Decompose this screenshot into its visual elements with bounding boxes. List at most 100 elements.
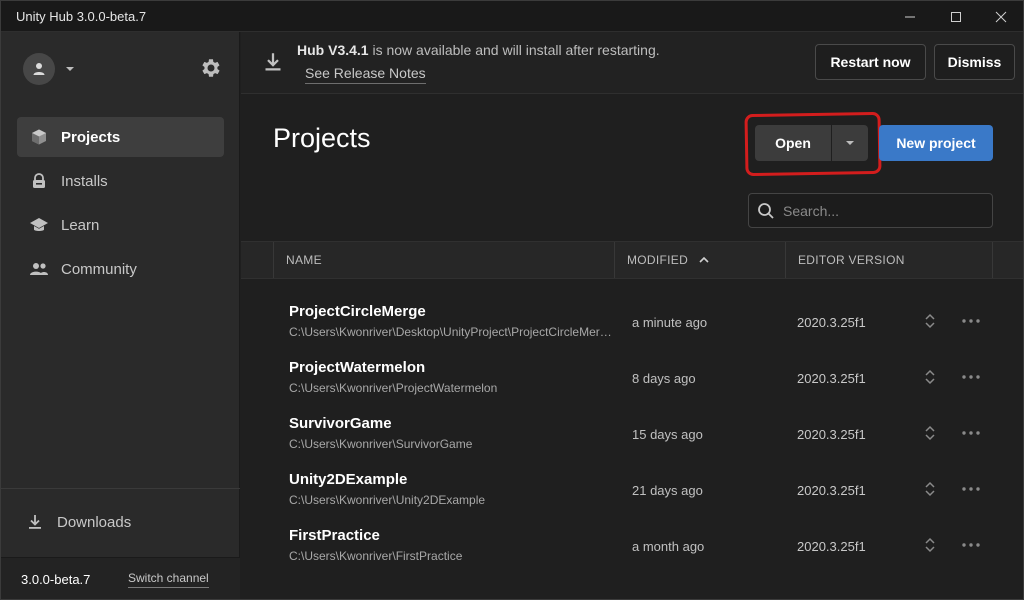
version-switch-icon[interactable] <box>922 368 938 386</box>
sidebar-item-projects[interactable]: Projects <box>17 117 224 157</box>
chevron-down-icon[interactable] <box>64 63 76 75</box>
projects-panel: Projects Open New project NAME MODIFIED <box>241 95 1023 599</box>
release-notes-link[interactable]: See Release Notes <box>305 65 426 84</box>
project-modified: 15 days ago <box>632 427 703 442</box>
more-options-icon[interactable] <box>959 480 983 498</box>
sort-ascending-icon <box>698 255 710 265</box>
version-switch-icon[interactable] <box>922 536 938 554</box>
new-project-button[interactable]: New project <box>879 125 993 161</box>
project-editor-version: 2020.3.25f1 <box>797 371 866 386</box>
minimize-button[interactable] <box>887 1 933 32</box>
dismiss-button[interactable]: Dismiss <box>934 44 1015 80</box>
lock-icon <box>29 171 49 191</box>
sidebar-footer: 3.0.0-beta.7 Switch channel <box>1 557 240 599</box>
avatar[interactable] <box>23 53 55 85</box>
download-icon <box>25 512 45 532</box>
sidebar-item-community[interactable]: Community <box>17 249 224 289</box>
project-path: C:\Users\Kwonriver\Desktop\UnityProject\… <box>289 325 613 339</box>
sidebar-item-label: Installs <box>61 172 108 190</box>
sidebar-item-label: Projects <box>61 128 121 146</box>
project-name: ProjectWatermelon <box>289 359 426 376</box>
sidebar-divider <box>1 488 240 489</box>
people-icon <box>29 259 49 279</box>
project-path: C:\Users\Kwonriver\Unity2DExample <box>289 493 486 507</box>
project-name: ProjectCircleMerge <box>289 303 426 320</box>
column-header-editor-version-label: EDITOR VERSION <box>798 253 905 267</box>
maximize-button[interactable] <box>933 1 979 32</box>
search-input[interactable] <box>783 201 983 221</box>
column-header-name-label: NAME <box>286 253 322 267</box>
update-banner: Hub V3.4.1 is now available and will ins… <box>241 32 1023 94</box>
project-name: FirstPractice <box>289 527 380 544</box>
project-modified: 8 days ago <box>632 371 696 386</box>
downloads-label: Downloads <box>57 513 132 531</box>
unity-hub-window: Unity Hub 3.0.0-beta.7 Projects Installs… <box>0 0 1024 600</box>
more-options-icon[interactable] <box>959 368 983 386</box>
sidebar-nav: Projects Installs Learn Community <box>17 117 224 293</box>
hub-version: 3.0.0-beta.7 <box>21 572 91 587</box>
update-message: Hub V3.4.1 is now available and will ins… <box>297 42 660 58</box>
more-options-icon[interactable] <box>959 536 983 554</box>
version-switch-icon[interactable] <box>922 480 938 498</box>
switch-channel-link[interactable]: Switch channel <box>128 571 209 588</box>
gear-icon[interactable] <box>199 56 223 80</box>
version-switch-icon[interactable] <box>922 312 938 330</box>
downloads-button[interactable]: Downloads <box>17 502 131 542</box>
sidebar: Projects Installs Learn Community Downlo… <box>1 32 240 599</box>
sidebar-item-label: Community <box>61 260 137 278</box>
project-name: Unity2DExample <box>289 471 408 488</box>
open-split-button: Open <box>755 125 868 161</box>
project-editor-version: 2020.3.25f1 <box>797 315 866 330</box>
table-row[interactable]: SurvivorGame C:\Users\Kwonriver\Survivor… <box>241 405 1023 461</box>
project-path: C:\Users\Kwonriver\SurvivorGame <box>289 437 473 451</box>
table-row[interactable]: Unity2DExample C:\Users\Kwonriver\Unity2… <box>241 461 1023 517</box>
project-modified: 21 days ago <box>632 483 703 498</box>
maximize-icon <box>951 11 961 22</box>
cube-icon <box>29 127 49 147</box>
sidebar-item-installs[interactable]: Installs <box>17 161 224 201</box>
close-icon <box>995 11 1007 22</box>
more-options-icon[interactable] <box>959 424 983 442</box>
project-modified: a minute ago <box>632 315 708 330</box>
project-editor-version: 2020.3.25f1 <box>797 483 866 498</box>
download-icon <box>265 53 281 71</box>
project-path: C:\Users\Kwonriver\FirstPractice <box>289 549 463 563</box>
column-header-name[interactable]: NAME <box>286 242 322 278</box>
project-path: C:\Users\Kwonriver\ProjectWatermelon <box>289 381 498 395</box>
table-row[interactable]: FirstPractice C:\Users\Kwonriver\FirstPr… <box>241 517 1023 573</box>
update-message-text: is now available and will install after … <box>368 42 660 58</box>
table-header: NAME MODIFIED EDITOR VERSION <box>241 241 1023 279</box>
sidebar-item-learn[interactable]: Learn <box>17 205 224 245</box>
window-title: Unity Hub 3.0.0-beta.7 <box>16 9 147 24</box>
table-row[interactable]: ProjectCircleMerge C:\Users\Kwonriver\De… <box>241 293 1023 349</box>
column-separator <box>273 242 274 278</box>
update-version: Hub V3.4.1 <box>297 42 369 58</box>
project-editor-version: 2020.3.25f1 <box>797 539 866 554</box>
project-name: SurvivorGame <box>289 415 392 432</box>
more-options-icon[interactable] <box>959 312 983 330</box>
graduation-cap-icon <box>29 215 49 235</box>
version-switch-icon[interactable] <box>922 424 938 442</box>
restart-now-button[interactable]: Restart now <box>815 44 926 80</box>
column-header-modified[interactable]: MODIFIED <box>627 242 710 278</box>
chevron-down-icon <box>846 141 854 145</box>
page-title: Projects <box>273 123 371 153</box>
table-row[interactable]: ProjectWatermelon C:\Users\Kwonriver\Pro… <box>241 349 1023 405</box>
project-editor-version: 2020.3.25f1 <box>797 427 866 442</box>
column-header-modified-label: MODIFIED <box>627 253 689 267</box>
minimize-icon <box>905 16 915 17</box>
open-button[interactable]: Open <box>755 125 831 161</box>
search-box <box>748 193 993 228</box>
column-separator <box>785 242 786 278</box>
user-icon <box>33 63 45 75</box>
close-button[interactable] <box>978 1 1024 32</box>
project-modified: a month ago <box>632 539 705 554</box>
column-header-editor-version[interactable]: EDITOR VERSION <box>798 242 905 278</box>
project-list: ProjectCircleMerge C:\Users\Kwonriver\De… <box>241 293 1023 573</box>
sidebar-item-label: Learn <box>61 216 100 234</box>
title-bar: Unity Hub 3.0.0-beta.7 <box>1 1 1023 32</box>
open-dropdown-button[interactable] <box>832 125 868 161</box>
column-separator <box>992 242 993 278</box>
column-separator <box>614 242 615 278</box>
search-icon <box>758 203 774 219</box>
